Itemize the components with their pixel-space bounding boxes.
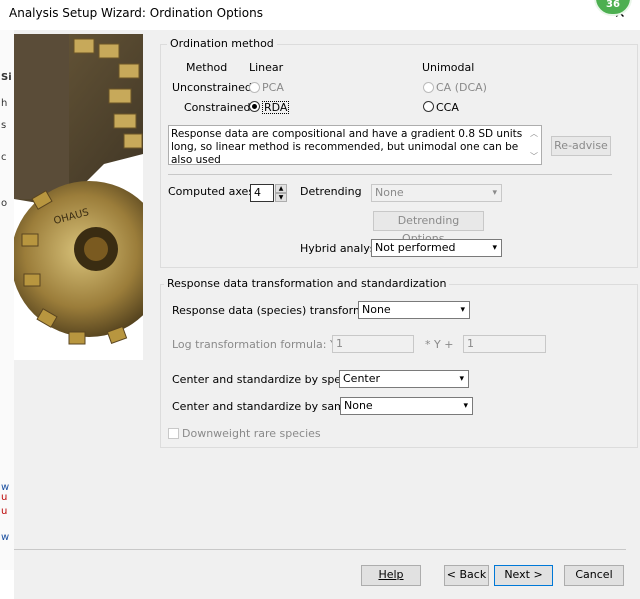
help-button[interactable]: Help (361, 565, 421, 586)
center-species-value: Center (343, 372, 381, 385)
scroll-down-icon[interactable]: ﹀ (530, 150, 538, 163)
pca-radio[interactable] (249, 82, 260, 93)
computed-axes-label: Computed axes: (168, 185, 258, 198)
rda-radio[interactable] (249, 101, 260, 112)
hybrid-analysis-select[interactable]: Not performed ▾ (371, 239, 502, 257)
downweight-label: Downweight rare species (182, 427, 321, 440)
wizard-image: OHAUS (14, 34, 143, 360)
center-samples-label: Center and standardize by samples (172, 400, 368, 413)
log-coefficient-b-input[interactable]: 1 (463, 335, 546, 353)
chevron-down-icon: ▾ (459, 374, 464, 384)
background-text: u (1, 506, 8, 517)
divider (168, 174, 612, 175)
background-text: o (1, 198, 8, 209)
background-text: h (1, 98, 8, 109)
transformation-legend: Response data transformation and standar… (164, 277, 450, 290)
unimodal-column-header: Unimodal (422, 61, 475, 74)
chevron-down-icon: ▾ (460, 305, 465, 315)
background-text: Si (1, 72, 12, 83)
ca-dca-radio[interactable] (423, 82, 434, 93)
background-text: w (1, 532, 10, 543)
log-formula-label: Log transformation formula: Y' = (172, 338, 353, 351)
rda-label: RDA (262, 101, 290, 114)
chevron-down-icon: ▾ (463, 401, 468, 411)
pca-label: PCA (262, 81, 284, 94)
computed-axes-input[interactable]: 4 (250, 184, 274, 202)
background-window-strip: Si h s c o w u u w (0, 30, 15, 570)
window-title: Analysis Setup Wizard: Ordination Option… (9, 6, 263, 20)
next-button[interactable]: Next > (494, 565, 553, 586)
constrained-row-label: Constrained (184, 101, 251, 114)
advice-textbox[interactable]: Response data are compositional and have… (168, 125, 542, 166)
advice-text: Response data are compositional and have… (171, 128, 523, 166)
cca-label: CCA (436, 101, 459, 114)
help-button-label: Help (378, 568, 404, 581)
center-samples-select[interactable]: None ▾ (340, 397, 473, 415)
center-species-select[interactable]: Center ▾ (339, 370, 469, 388)
unconstrained-row-label: Unconstrained (172, 81, 252, 94)
log-formula-mid-label: * Y + (425, 338, 454, 351)
linear-column-header: Linear (249, 61, 284, 74)
hybrid-analysis-value: Not performed (375, 241, 456, 254)
detrending-options-button[interactable]: Detrending Options... (373, 211, 484, 245)
center-species-label: Center and standardize by species (172, 373, 363, 386)
notification-badge: 36 (594, 0, 632, 16)
background-text: s (1, 120, 7, 131)
readvise-button[interactable]: Re-advise (551, 136, 611, 156)
method-column-header: Method (186, 61, 228, 74)
downweight-checkbox[interactable] (168, 428, 179, 439)
species-transformation-value: None (362, 303, 391, 316)
title-bar: Analysis Setup Wizard: Ordination Option… (0, 0, 640, 30)
cancel-button-label: Cancel (575, 568, 613, 581)
scroll-up-icon[interactable]: ︿ (530, 127, 538, 140)
back-button[interactable]: < Back (444, 565, 489, 586)
ordination-method-legend: Ordination method (167, 37, 277, 50)
cca-radio[interactable] (423, 101, 434, 112)
footer-divider (14, 549, 626, 550)
detrending-label: Detrending (300, 185, 362, 198)
back-button-label: < Back (446, 568, 487, 581)
detrending-select[interactable]: None ▾ (371, 184, 502, 202)
next-button-label: Next > (504, 568, 543, 581)
spin-up-icon[interactable]: ▲ (275, 184, 287, 193)
ca-dca-label: CA (DCA) (436, 81, 487, 94)
chevron-down-icon: ▾ (492, 188, 497, 198)
species-transformation-select[interactable]: None ▾ (358, 301, 470, 319)
center-samples-value: None (344, 399, 373, 412)
background-text: c (1, 152, 7, 163)
log-coefficient-a-input[interactable]: 1 (332, 335, 414, 353)
background-text: u (1, 492, 8, 503)
detrending-value: None (375, 186, 404, 199)
spin-down-icon[interactable]: ▼ (275, 193, 287, 202)
chevron-down-icon: ▾ (492, 243, 497, 253)
cancel-button[interactable]: Cancel (564, 565, 624, 586)
